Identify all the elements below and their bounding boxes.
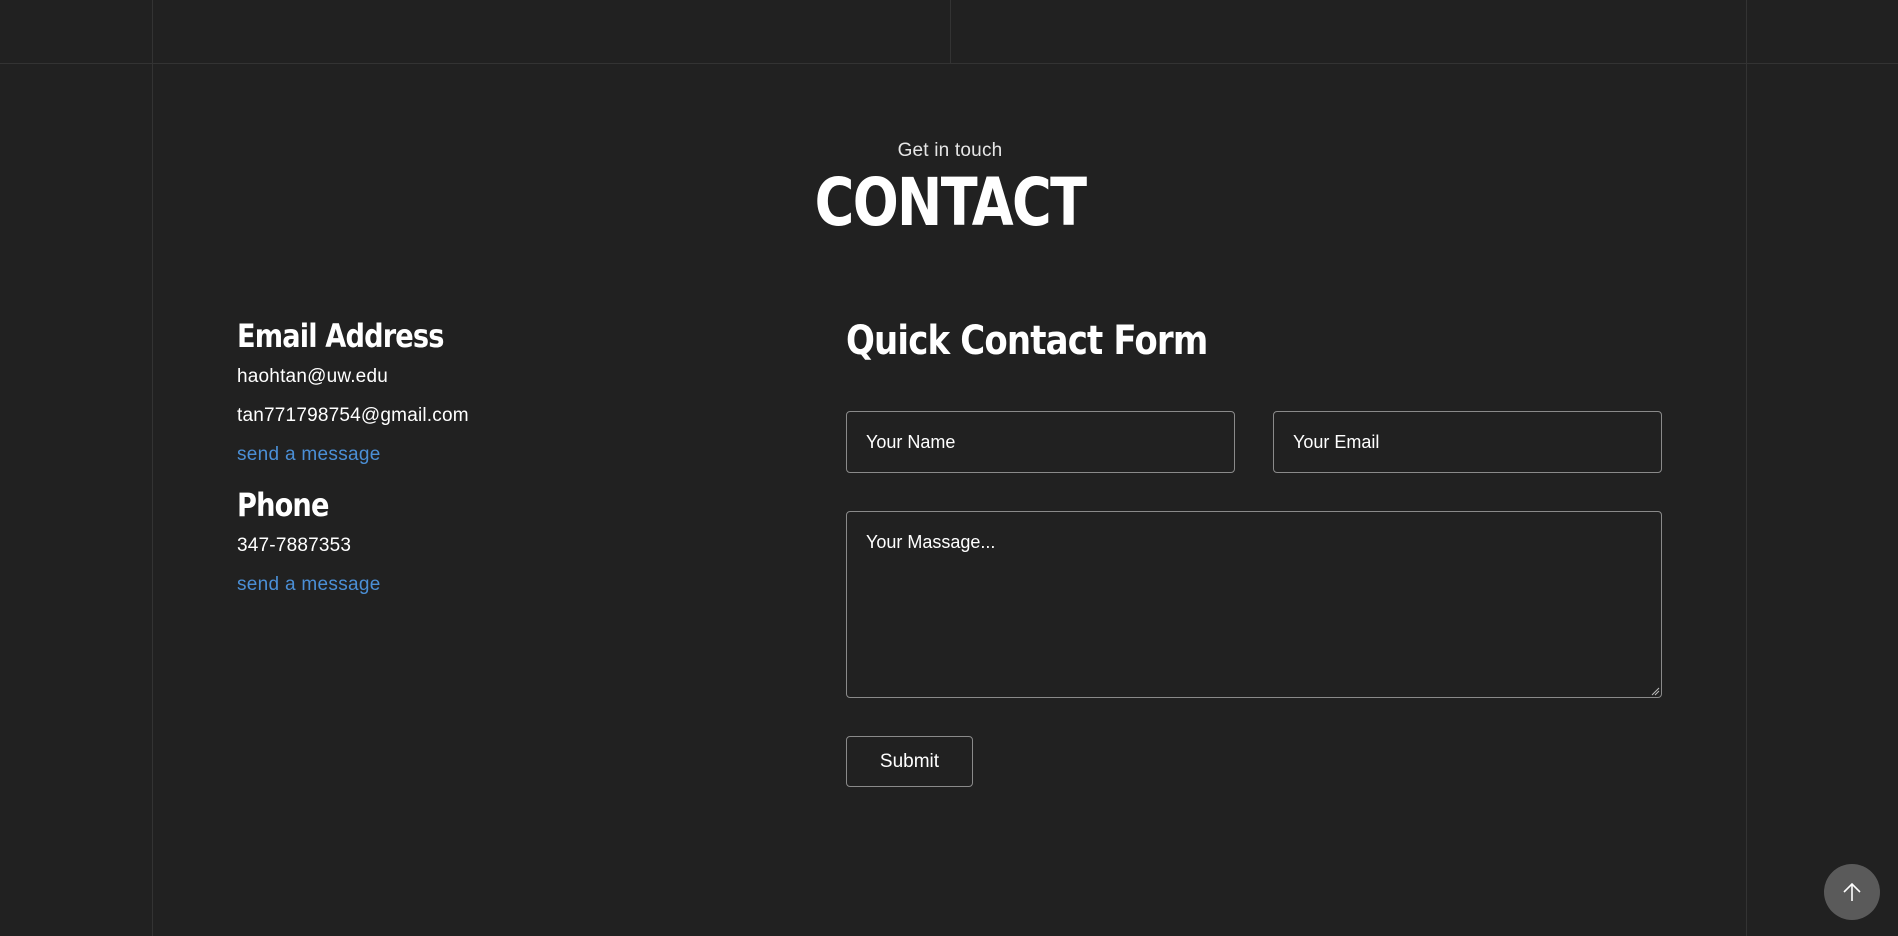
form-title: Quick Contact Form <box>846 318 1208 364</box>
arrow-up-icon <box>1843 882 1861 901</box>
email-input[interactable] <box>1273 411 1662 473</box>
grid-line-center <box>950 0 951 63</box>
phone-heading: Phone <box>237 486 329 524</box>
contact-page: Get in touch CONTACT Email Address haoht… <box>0 0 1898 936</box>
phone-send-message-link[interactable]: send a message <box>237 565 797 604</box>
contact-info: Email Address haohtan@uw.edu tan77179875… <box>237 315 797 604</box>
name-input[interactable] <box>846 411 1235 473</box>
grid-line-top <box>0 63 1898 64</box>
email-send-message-link[interactable]: send a message <box>237 435 797 474</box>
quick-contact-form: Quick Contact Form Submit <box>846 315 1662 787</box>
email-address-primary: haohtan@uw.edu <box>237 366 388 387</box>
resize-grip-icon[interactable] <box>1650 686 1660 696</box>
scroll-to-top-button[interactable] <box>1824 864 1880 920</box>
phone-number: 347-7887353 <box>237 535 352 556</box>
section-eyebrow: Get in touch <box>897 140 1003 161</box>
email-address-secondary: tan771798754@gmail.com <box>237 405 469 426</box>
message-textarea[interactable] <box>846 511 1662 698</box>
email-heading: Email Address <box>237 317 444 355</box>
submit-button[interactable]: Submit <box>846 736 973 787</box>
section-title: CONTACT <box>814 164 1087 241</box>
